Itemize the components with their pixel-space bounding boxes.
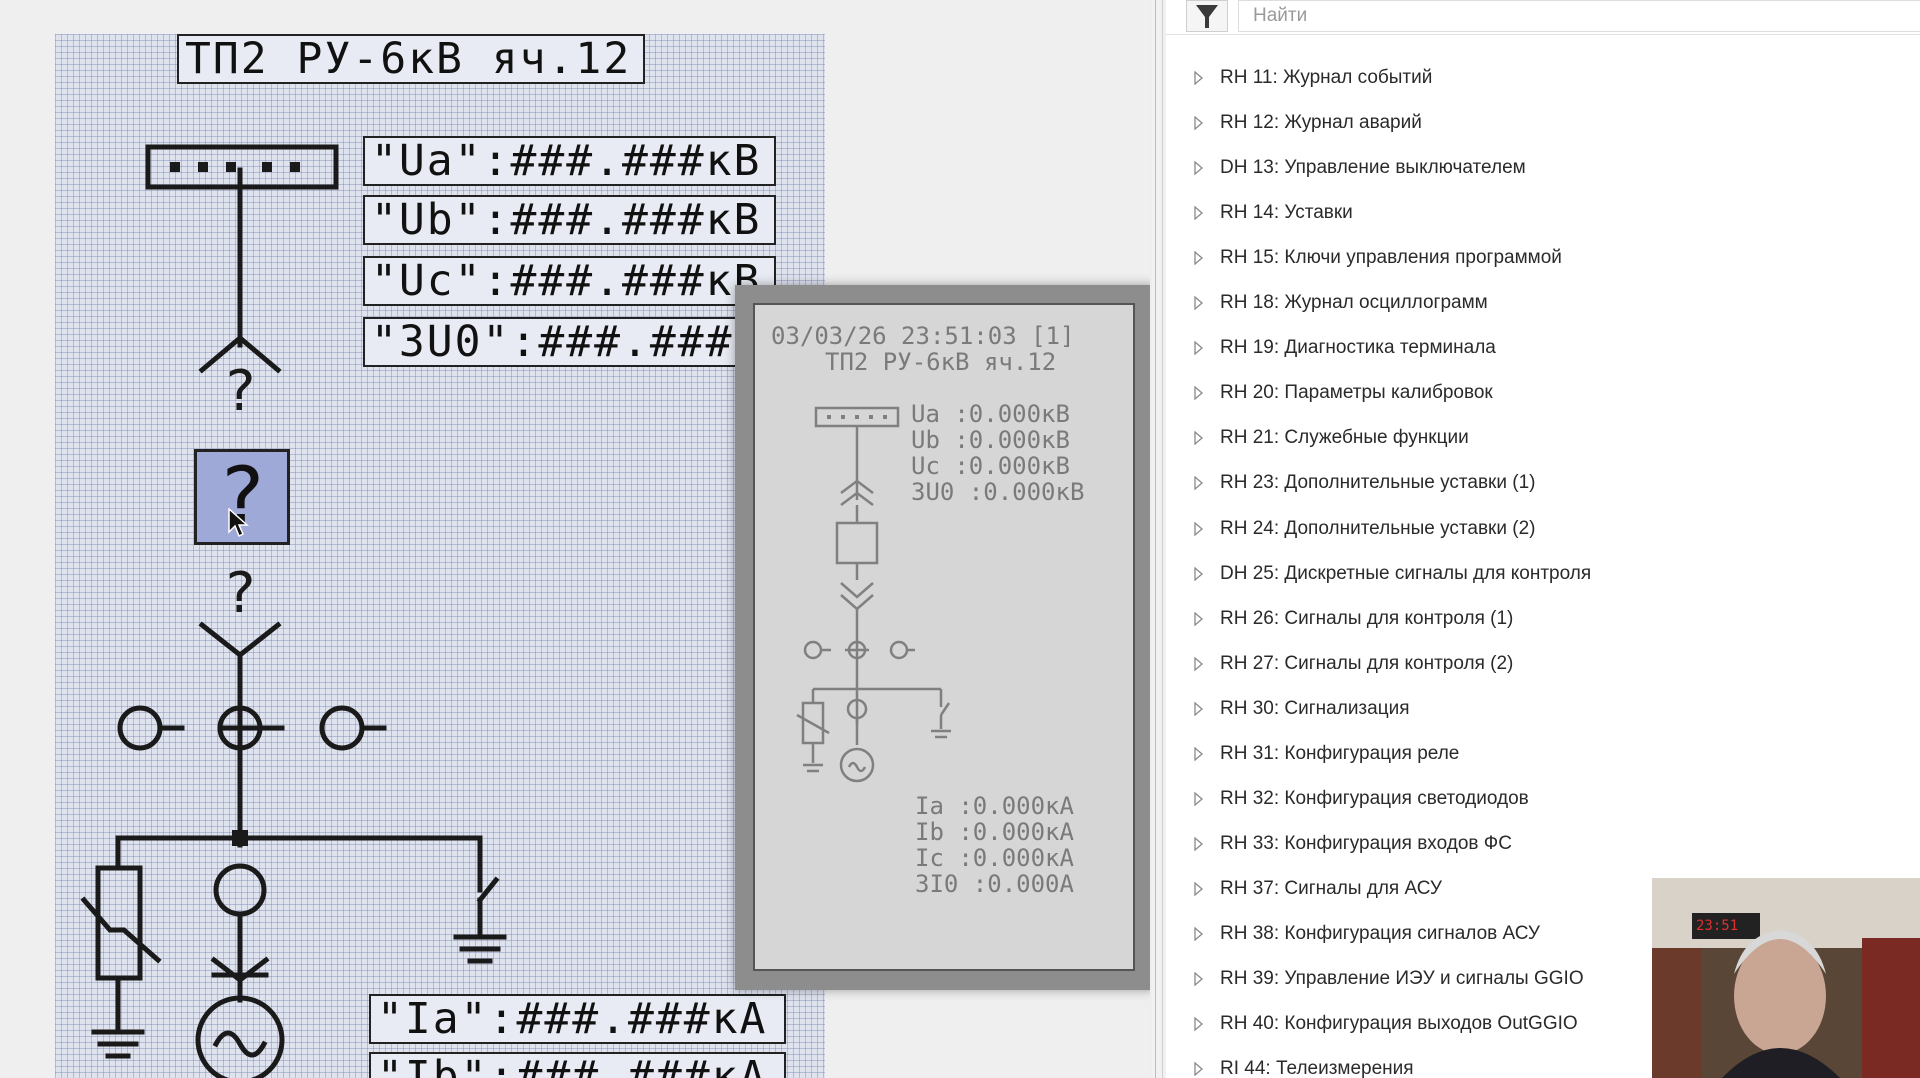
tree-item[interactable]: RH 21: Служебные функции [1166, 418, 1920, 458]
expand-arrow-icon[interactable] [1193, 882, 1205, 896]
ib-value-field[interactable]: "Ib":###.###кА [369, 1052, 786, 1078]
expand-arrow-icon[interactable] [1193, 161, 1205, 175]
expand-arrow-icon[interactable] [1193, 1062, 1205, 1076]
tree-item-label: DH 13: Управление выключателем [1220, 157, 1526, 178]
tree-item-label: RH 21: Служебные функции [1220, 427, 1469, 448]
tree-item-label: RH 32: Конфигурация светодиодов [1220, 788, 1529, 809]
expand-arrow-icon[interactable] [1193, 927, 1205, 941]
tree-item-label: RH 12: Журнал аварий [1220, 112, 1422, 133]
expand-arrow-icon[interactable] [1193, 71, 1205, 85]
tree-item[interactable]: RH 19: Диагностика терминала [1166, 328, 1920, 368]
expand-arrow-icon[interactable] [1193, 251, 1205, 265]
tree-item-label: RH 33: Конфигурация входов ФС [1220, 833, 1512, 854]
expand-arrow-icon[interactable] [1193, 1017, 1205, 1031]
tree-item[interactable]: RH 12: Журнал аварий [1166, 103, 1920, 143]
expand-arrow-icon[interactable] [1193, 476, 1205, 490]
tree-item[interactable]: RH 32: Конфигурация светодиодов [1166, 779, 1920, 819]
splitter-line [1162, 0, 1163, 1078]
ua-value-field[interactable]: "Ua":###.###кВ [363, 136, 776, 186]
expand-arrow-icon[interactable] [1193, 792, 1205, 806]
tree-item[interactable]: DH 25: Дискретные сигналы для контроля [1166, 554, 1920, 594]
tree-item[interactable]: RH 24: Дополнительные уставки (2) [1166, 509, 1920, 549]
current-transformers [117, 705, 387, 751]
lower-disconnector-symbol [198, 621, 282, 659]
expand-arrow-icon[interactable] [1193, 567, 1205, 581]
webcam-overlay: 23:51 [1652, 878, 1920, 1078]
tree-item-label: RH 38: Конфигурация сигналов АСУ [1220, 923, 1540, 944]
tree-toolbar [1166, 0, 1920, 35]
tree-item-label: RH 15: Ключи управления программой [1220, 247, 1562, 268]
tree-item[interactable]: RH 27: Сигналы для контроля (2) [1166, 644, 1920, 684]
tree-item[interactable]: RH 18: Журнал осциллограмм [1166, 283, 1920, 323]
uc-value-field[interactable]: "Uc":###.###кВ [363, 256, 776, 306]
tree-item[interactable]: RH 33: Конфигурация входов ФС [1166, 824, 1920, 864]
expand-arrow-icon[interactable] [1193, 657, 1205, 671]
tree-item-label: RH 14: Уставки [1220, 202, 1353, 223]
filter-button[interactable] [1186, 0, 1228, 32]
tree-item-label: RH 20: Параметры калибровок [1220, 382, 1493, 403]
tree-item-label: RH 23: Дополнительные уставки (1) [1220, 472, 1536, 493]
tree-item[interactable]: RH 31: Конфигурация реле [1166, 734, 1920, 774]
tree-item-label: DH 25: Дискретные сигналы для контроля [1220, 563, 1592, 584]
scheme-editor-canvas[interactable]: ? ? ТП2 РУ-6кВ яч.12 "Ua":###.###кВ "Ub"… [0, 0, 1150, 1078]
expand-arrow-icon[interactable] [1193, 972, 1205, 986]
cell-title-label[interactable]: ТП2 РУ-6кВ яч.12 [177, 34, 645, 84]
expand-arrow-icon[interactable] [1193, 341, 1205, 355]
expand-arrow-icon[interactable] [1193, 837, 1205, 851]
ia-value-field[interactable]: "Ia":###.###кА [369, 994, 786, 1044]
tree-item[interactable]: RH 26: Сигналы для контроля (1) [1166, 599, 1920, 639]
wall-clock-display: 23:51 [1696, 918, 1739, 934]
expand-arrow-icon[interactable] [1193, 522, 1205, 536]
search-input[interactable] [1238, 0, 1920, 32]
expand-arrow-icon[interactable] [1193, 296, 1205, 310]
tree-item-label: RH 39: Управление ИЭУ и сигналы GGIO [1220, 968, 1584, 989]
tree-item[interactable]: RH 30: Сигнализация [1166, 689, 1920, 729]
voltage-transformer-symbol [213, 863, 267, 917]
expand-arrow-icon[interactable] [1193, 431, 1205, 445]
tree-item-label: RH 31: Конфигурация реле [1220, 743, 1460, 764]
motor-symbol [195, 995, 285, 1078]
tree-item-label: RH 37: Сигналы для АСУ [1220, 878, 1442, 899]
busbar-dots [170, 162, 300, 172]
ub-value-field[interactable]: "Ub":###.###кВ [363, 195, 776, 245]
tree-item-label: RH 26: Сигналы для контроля (1) [1220, 608, 1514, 629]
expand-arrow-icon[interactable] [1193, 116, 1205, 130]
tree-item[interactable]: RH 11: Журнал событий [1166, 58, 1920, 98]
tree-item[interactable]: RH 23: Дополнительные уставки (1) [1166, 463, 1920, 503]
upper-unknown-mark: ? [223, 359, 257, 424]
panel-splitter[interactable] [1152, 0, 1166, 1078]
filter-icon [1196, 5, 1218, 28]
device-lcd-screen: 03/03/26 23:51:03 [1] ТП2 РУ-6кВ яч.12 U… [753, 303, 1135, 971]
tree-item-label: RI 44: Телеизмерения [1220, 1058, 1414, 1078]
3u0-value-field[interactable]: "3U0":###.### [363, 317, 776, 367]
tree-item-label: RH 30: Сигнализация [1220, 698, 1410, 719]
tree-item-label: RH 27: Сигналы для контроля (2) [1220, 653, 1514, 674]
tree-item[interactable]: DH 13: Управление выключателем [1166, 148, 1920, 188]
tree-item-label: RH 19: Диагностика терминала [1220, 337, 1496, 358]
splitter-line [1155, 0, 1156, 1078]
expand-arrow-icon[interactable] [1193, 747, 1205, 761]
lower-unknown-mark: ? [223, 561, 257, 626]
presenter-video-image [1652, 878, 1920, 1078]
tree-item-label: RH 40: Конфигурация выходов OutGGIO [1220, 1013, 1578, 1034]
tree-item[interactable]: RH 15: Ключи управления программой [1166, 238, 1920, 278]
expand-arrow-icon[interactable] [1193, 386, 1205, 400]
tree-item-label: RH 11: Журнал событий [1220, 67, 1433, 88]
device-single-line-diagram [796, 406, 951, 783]
expand-arrow-icon[interactable] [1193, 206, 1205, 220]
tree-item-label: RH 24: Дополнительные уставки (2) [1220, 518, 1536, 539]
tree-item[interactable]: RH 14: Уставки [1166, 193, 1920, 233]
expand-arrow-icon[interactable] [1193, 702, 1205, 716]
tree-item[interactable]: RH 20: Параметры калибровок [1166, 373, 1920, 413]
expand-arrow-icon[interactable] [1193, 612, 1205, 626]
tree-item-label: RH 18: Журнал осциллограмм [1220, 292, 1488, 313]
device-photo: 03/03/26 23:51:03 [1] ТП2 РУ-6кВ яч.12 U… [735, 285, 1150, 990]
mouse-cursor-icon [228, 508, 249, 538]
